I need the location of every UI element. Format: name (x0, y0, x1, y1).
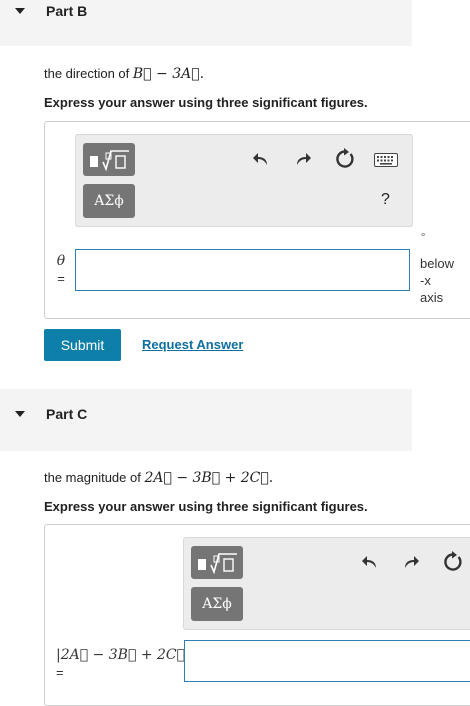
templates-button[interactable] (83, 143, 135, 176)
question-math: 2A⃗ − 3B⃗ + 2C⃗. (144, 470, 274, 486)
equals-sign: = (56, 665, 64, 680)
theta-symbol: θ (56, 253, 66, 269)
greek-symbols-button[interactable]: ΑΣϕ (191, 587, 243, 621)
unit-label: below -x axis (420, 255, 454, 306)
part-c-title: Part C (46, 406, 88, 422)
theta-label: θ = (52, 252, 70, 288)
help-button[interactable]: ? (381, 191, 390, 209)
fraction-root-template-icon (198, 552, 237, 574)
part-c-instruction: Express your answer using three signific… (44, 499, 368, 514)
undo-icon (362, 556, 376, 568)
fraction-root-template-icon (90, 149, 129, 171)
greek-label: ΑΣϕ (94, 193, 124, 209)
redo-button[interactable] (292, 148, 314, 170)
templates-button[interactable] (191, 546, 243, 579)
undo-button[interactable] (359, 551, 381, 573)
greek-label: ΑΣϕ (202, 596, 232, 612)
greek-symbols-button[interactable]: ΑΣϕ (83, 184, 135, 218)
collapse-caret-icon[interactable] (15, 411, 25, 417)
reset-button[interactable] (441, 550, 465, 574)
undo-icon (253, 153, 267, 165)
part-b-instruction: Express your answer using three signific… (44, 95, 368, 110)
part-c-question: the magnitude of 2A⃗ − 3B⃗ + 2C⃗. (44, 470, 273, 486)
redo-button[interactable] (400, 551, 422, 573)
submit-button[interactable]: Submit (44, 329, 121, 361)
degree-symbol: ∘ (420, 230, 427, 241)
redo-icon (297, 153, 311, 165)
keyboard-icon (374, 153, 398, 167)
request-answer-link[interactable]: Request Answer (142, 337, 243, 352)
question-math: B⃗ − 3A⃗. (132, 66, 205, 82)
unit-line-1: below (420, 256, 454, 271)
magnitude-label: |2A⃗ − 3B⃗ + 2C⃗| = (56, 646, 190, 682)
reset-button[interactable] (333, 147, 357, 171)
unit-line-3: axis (420, 290, 444, 305)
collapse-caret-icon[interactable] (15, 8, 25, 14)
part-b-title: Part B (46, 3, 88, 19)
magnitude-expression: |2A⃗ − 3B⃗ + 2C⃗| (56, 647, 190, 663)
unit-line-2: -x (420, 273, 431, 288)
reset-icon (444, 551, 462, 571)
question-text: the direction of (44, 66, 133, 81)
question-text: the magnitude of (44, 470, 145, 485)
redo-icon (405, 556, 419, 568)
magnitude-input[interactable] (184, 640, 470, 682)
part-b-question: the direction of B⃗ − 3A⃗. (44, 66, 204, 82)
equals-sign: = (57, 271, 65, 286)
undo-button[interactable] (250, 148, 272, 170)
reset-icon (336, 148, 354, 168)
theta-input[interactable] (75, 249, 410, 291)
keyboard-button[interactable] (374, 152, 398, 168)
